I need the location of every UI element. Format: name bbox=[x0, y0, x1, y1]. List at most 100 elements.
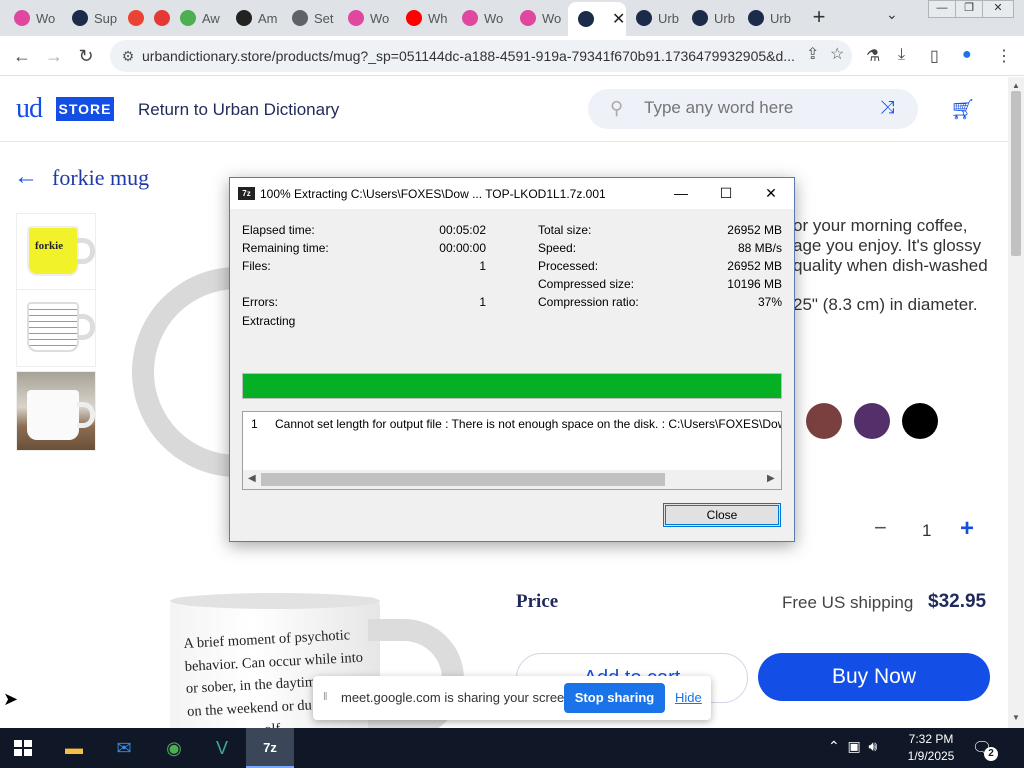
browser-tab[interactable]: ✕ bbox=[568, 2, 626, 36]
dialog-titlebar[interactable]: 7z 100% Extracting C:\Users\FOXES\Dow ..… bbox=[230, 178, 794, 209]
quantity-increase-button[interactable]: + bbox=[960, 515, 974, 543]
profile-icon[interactable]: ● bbox=[962, 46, 972, 64]
return-to-urban-dictionary-link[interactable]: Return to Urban Dictionary bbox=[138, 100, 339, 120]
scroll-thumb[interactable] bbox=[1011, 91, 1021, 256]
product-thumbnail-2[interactable] bbox=[16, 289, 96, 367]
header-divider bbox=[0, 141, 1008, 142]
download-icon[interactable]: ⤓ bbox=[898, 46, 905, 64]
quantity-value: 1 bbox=[922, 521, 932, 540]
share-icon[interactable]: ⇪ bbox=[806, 44, 819, 64]
ud-icon bbox=[636, 10, 652, 26]
browser-tab[interactable] bbox=[118, 4, 144, 32]
chrome-icon[interactable]: ◉ bbox=[150, 728, 198, 768]
dialog-title: 100% Extracting C:\Users\FOXES\Dow ... T… bbox=[260, 187, 606, 201]
browser-tab[interactable] bbox=[144, 4, 170, 32]
bookmark-star-icon[interactable]: ☆ bbox=[830, 44, 844, 64]
tab-label: Urb bbox=[714, 10, 735, 26]
system-tray[interactable]: ⌃ ▣ 🔊︎ bbox=[828, 738, 877, 755]
minimize-icon[interactable]: — bbox=[666, 182, 696, 204]
processed-value: 26952 MB bbox=[727, 259, 782, 273]
tab-label: Wh bbox=[428, 10, 448, 26]
dialog-close-button[interactable]: Close bbox=[663, 503, 781, 527]
processed-label: Processed: bbox=[538, 259, 599, 273]
new-tab-button[interactable]: + bbox=[806, 5, 832, 31]
site-info-icon[interactable]: ⚙ bbox=[114, 48, 142, 65]
browser-tab[interactable]: Aw bbox=[170, 4, 226, 32]
back-arrow-icon[interactable]: ← bbox=[14, 163, 38, 191]
compression-ratio-label: Compression ratio: bbox=[538, 295, 639, 309]
log-row-number: 1 bbox=[251, 417, 258, 431]
page-scrollbar[interactable]: ▲ ▼ bbox=[1008, 77, 1024, 728]
visual-studio-icon[interactable]: V bbox=[198, 728, 246, 768]
remaining-time-value: 00:00:00 bbox=[439, 241, 486, 255]
log-scroll-thumb[interactable] bbox=[261, 473, 665, 486]
back-arrow-icon[interactable]: ← bbox=[10, 44, 34, 68]
tab-label: Am bbox=[258, 10, 278, 26]
status-text: Extracting bbox=[242, 314, 296, 328]
stop-sharing-button[interactable]: Stop sharing bbox=[564, 683, 665, 713]
scroll-down-icon[interactable]: ▼ bbox=[1012, 713, 1020, 722]
maximize-icon[interactable]: ☐ bbox=[711, 182, 741, 204]
browser-tab[interactable]: Wo bbox=[4, 4, 62, 32]
file-explorer-icon[interactable]: ▬ bbox=[50, 728, 98, 768]
browser-tab[interactable]: Am bbox=[226, 4, 282, 32]
share-message: meet.google.com is sharing your screen. bbox=[341, 690, 576, 705]
side-panel-icon[interactable]: ▯ bbox=[930, 46, 939, 66]
color-swatch[interactable] bbox=[854, 403, 890, 439]
color-swatch[interactable] bbox=[902, 403, 938, 439]
restore-window-button[interactable]: ❐ bbox=[955, 0, 983, 18]
mug-handle bbox=[77, 314, 95, 340]
ud-logo[interactable]: ud bbox=[16, 93, 43, 125]
menu-kebab-icon[interactable]: ⋮ bbox=[996, 46, 1012, 66]
clock-time[interactable]: 7:32 PM bbox=[906, 732, 956, 746]
pinwheel-icon bbox=[520, 10, 536, 26]
scroll-left-icon[interactable]: ◀ bbox=[248, 473, 256, 484]
color-swatch[interactable] bbox=[806, 403, 842, 439]
close-tab-icon[interactable]: ✕ bbox=[612, 9, 625, 29]
browser-tab[interactable]: Wo bbox=[452, 4, 510, 32]
browser-tab[interactable]: Urb bbox=[682, 4, 738, 32]
browser-tab[interactable]: Urb bbox=[626, 4, 682, 32]
url-text[interactable]: urbandictionary.store/products/mug?_sp=0… bbox=[142, 48, 802, 64]
log-horizontal-scrollbar[interactable]: ◀ ▶ bbox=[243, 470, 781, 489]
browser-tab-strip: Wo Sup Aw Am Set Wo Wh Wo Wo ✕ Urb Urb Urb + ⌄ — ❐ ✕ bbox=[0, 0, 1024, 36]
browser-tab[interactable]: Set bbox=[282, 4, 338, 32]
product-thumbnail-1[interactable]: forkie bbox=[16, 213, 96, 291]
mail-icon[interactable]: ✉ bbox=[100, 728, 148, 768]
quantity-decrease-button[interactable]: − bbox=[874, 515, 887, 541]
browser-tab[interactable]: Wh bbox=[396, 4, 452, 32]
buy-now-button[interactable]: Buy Now bbox=[758, 653, 990, 701]
scroll-up-icon[interactable]: ▲ bbox=[1012, 81, 1020, 90]
tab-search-chevron-icon[interactable]: ⌄ bbox=[886, 6, 898, 23]
errors-label: Errors: bbox=[242, 295, 278, 309]
browser-tab[interactable]: Wo bbox=[510, 4, 568, 32]
windows-start-icon[interactable] bbox=[14, 740, 32, 756]
progress-bar bbox=[242, 373, 782, 399]
gear-icon bbox=[292, 10, 308, 26]
speed-value: 88 MB/s bbox=[737, 241, 782, 255]
compressed-size-label: Compressed size: bbox=[538, 277, 635, 291]
scroll-right-icon[interactable]: ▶ bbox=[767, 473, 775, 484]
elapsed-time-label: Elapsed time: bbox=[242, 223, 315, 237]
hide-share-bar-link[interactable]: Hide bbox=[675, 690, 702, 705]
clock-date[interactable]: 1/9/2025 bbox=[900, 749, 962, 763]
shuffle-icon[interactable]: ⤨ bbox=[880, 97, 894, 118]
store-logo-badge[interactable]: STORE bbox=[56, 97, 114, 121]
browser-tab[interactable]: Sup bbox=[62, 4, 118, 32]
reload-icon[interactable]: ↻ bbox=[74, 44, 98, 68]
address-bar[interactable]: ⚙ urbandictionary.store/products/mug?_sp… bbox=[110, 40, 852, 72]
labs-flask-icon[interactable]: ⚗ bbox=[866, 46, 880, 66]
browser-tab[interactable]: Wo bbox=[338, 4, 396, 32]
minimize-window-button[interactable]: — bbox=[928, 0, 956, 18]
browser-tab[interactable]: Urb bbox=[738, 4, 794, 32]
search-input[interactable] bbox=[644, 98, 874, 118]
close-icon[interactable]: ✕ bbox=[756, 182, 786, 204]
close-window-button[interactable]: ✕ bbox=[982, 0, 1014, 18]
product-thumbnail-3[interactable] bbox=[16, 371, 96, 451]
7zip-icon[interactable]: 7z bbox=[246, 728, 294, 768]
forward-arrow-icon[interactable]: → bbox=[42, 44, 66, 68]
cart-icon[interactable]: 🛒︎ bbox=[950, 97, 975, 122]
error-log-list[interactable]: 1 Cannot set length for output file : Th… bbox=[242, 411, 782, 490]
drag-handle-icon[interactable]: ‖ bbox=[323, 691, 328, 703]
log-row-message[interactable]: Cannot set length for output file : Ther… bbox=[275, 417, 781, 431]
